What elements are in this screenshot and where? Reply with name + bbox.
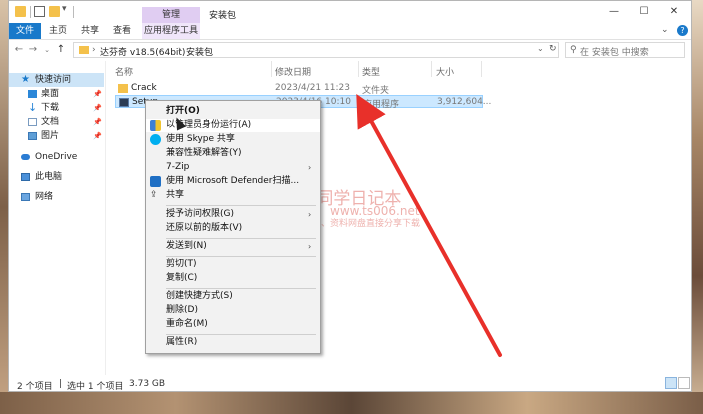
annotation-arrow (356, 93, 502, 357)
